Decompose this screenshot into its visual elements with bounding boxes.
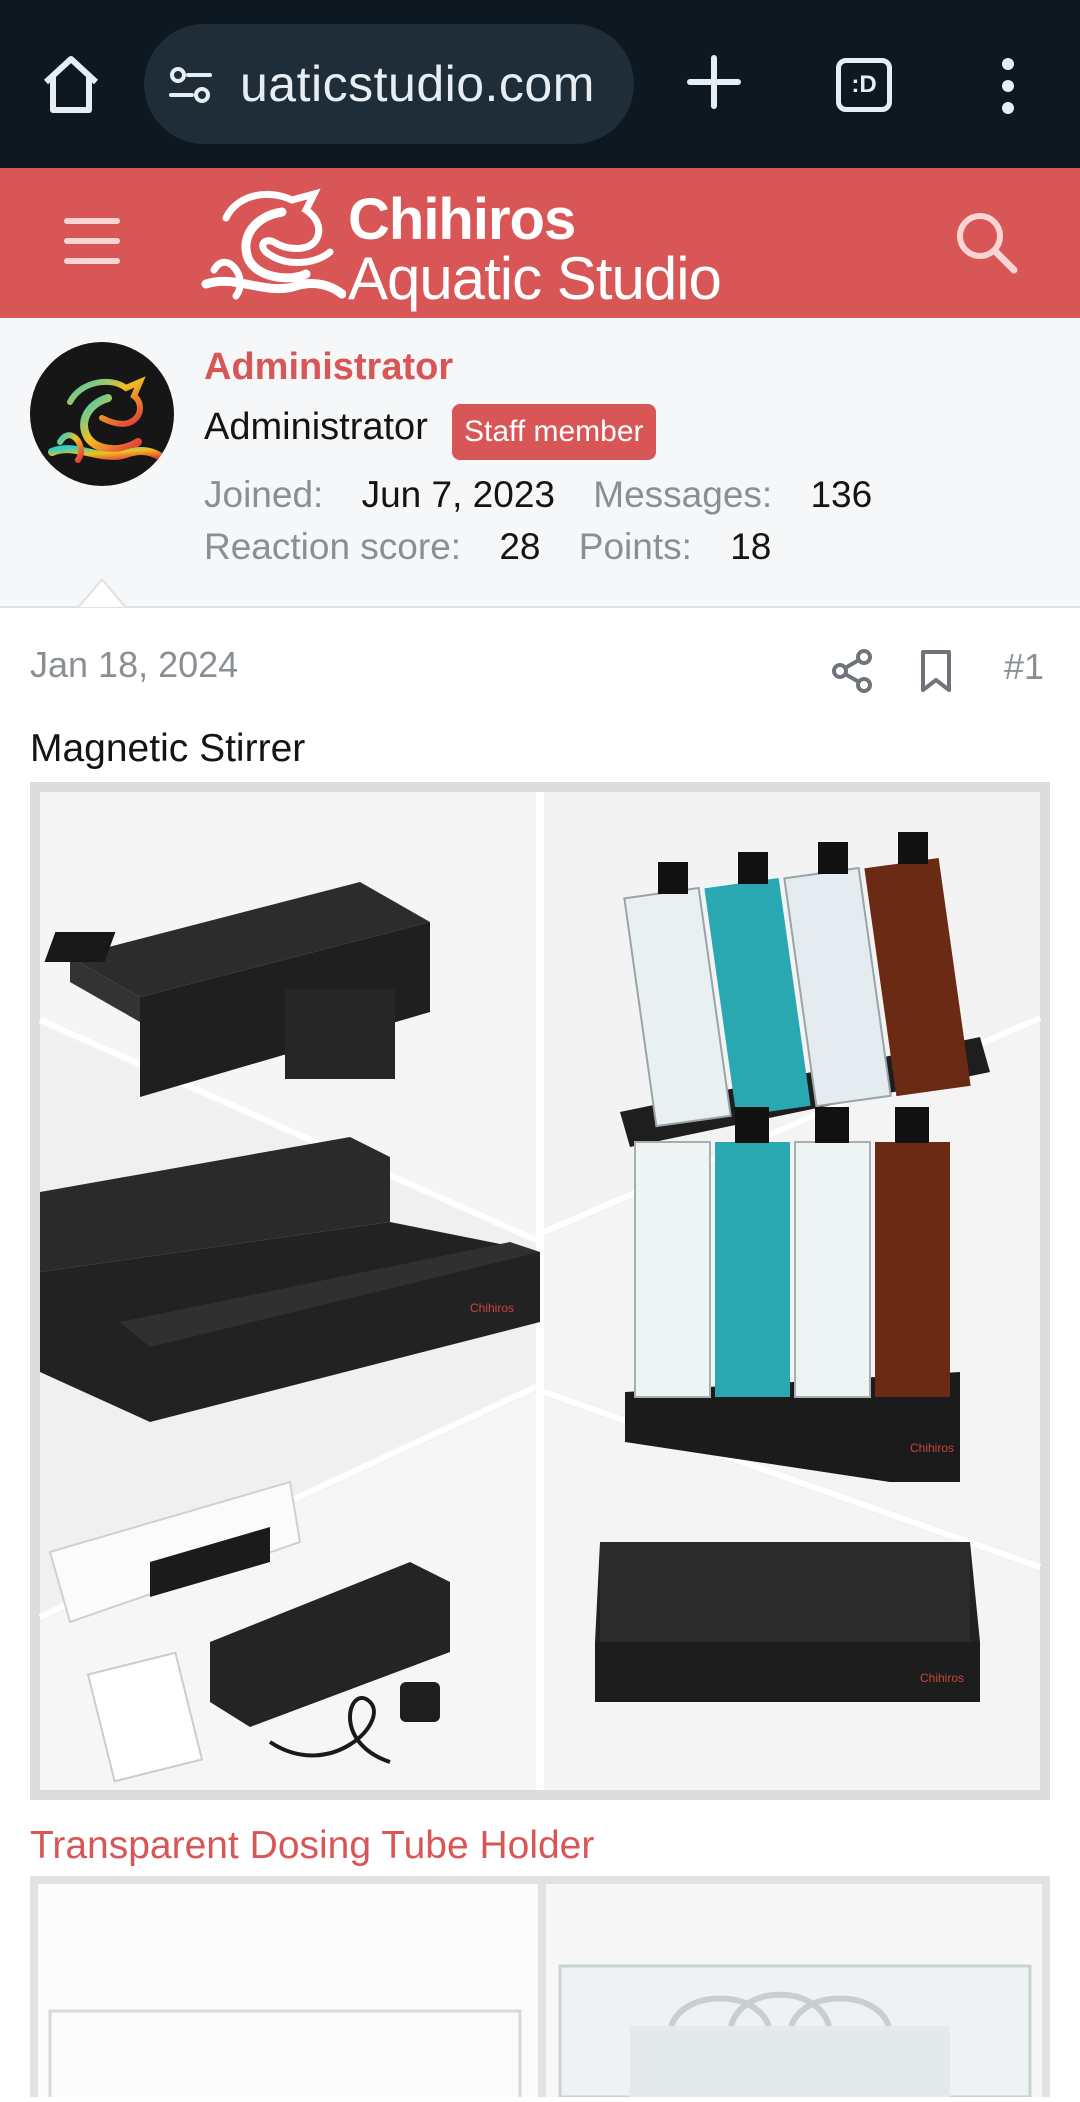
reaction-value: 28 xyxy=(499,526,541,567)
site-logo[interactable]: Chihiros Aquatic Studio xyxy=(196,178,756,312)
avatar[interactable] xyxy=(30,342,174,486)
bookmark-icon[interactable] xyxy=(918,648,954,694)
dosing-tube-holder-image[interactable] xyxy=(30,1876,1050,2102)
joined-value: Jun 7, 2023 xyxy=(361,474,555,515)
svg-text:Chihiros: Chihiros xyxy=(470,1301,514,1315)
post-date[interactable]: Jan 18, 2024 xyxy=(30,644,238,686)
messages-label: Messages: xyxy=(593,474,773,515)
tab-count-label: :D xyxy=(851,71,877,98)
svg-text:Chihiros: Chihiros xyxy=(920,1671,964,1685)
post-heading: Magnetic Stirrer xyxy=(30,727,306,770)
joined-label: Joined: xyxy=(204,474,324,515)
author-stats-row-2: Reaction score: 28 Points: 18 xyxy=(204,526,771,568)
more-vert-icon[interactable] xyxy=(994,56,1022,116)
dosing-tube-holder-link[interactable]: Transparent Dosing Tube Holder xyxy=(30,1824,594,1868)
home-icon[interactable] xyxy=(36,50,106,120)
author-stats-row-1: Joined: Jun 7, 2023 Messages: 136 xyxy=(204,474,872,516)
search-icon[interactable] xyxy=(952,208,1022,278)
plus-icon[interactable] xyxy=(686,54,742,110)
reaction-label: Reaction score: xyxy=(204,526,462,567)
dragon-logo xyxy=(196,178,347,308)
points-value: 18 xyxy=(730,526,772,567)
username-link[interactable]: Administrator xyxy=(204,346,453,389)
hamburger-icon[interactable] xyxy=(64,216,120,266)
brand-subtitle: Aquatic Studio xyxy=(348,245,722,312)
site-info-icon[interactable] xyxy=(166,60,216,110)
address-bar[interactable]: uaticstudio.com xyxy=(144,24,634,144)
post-number-link[interactable]: #1 xyxy=(1004,646,1044,688)
url-text[interactable]: uaticstudio.com xyxy=(240,24,595,144)
magnetic-stirrer-image[interactable]: Chihiros Chihiros Chihiros xyxy=(30,782,1050,1800)
staff-badge: Staff member xyxy=(452,404,656,460)
points-label: Points: xyxy=(578,526,692,567)
svg-text:Chihiros: Chihiros xyxy=(910,1441,954,1455)
site-header: Chihiros Aquatic Studio xyxy=(0,168,1080,318)
tabs-icon[interactable]: :D xyxy=(836,58,892,112)
author-pointer-fill xyxy=(80,581,124,607)
brand-name: Chihiros xyxy=(348,187,576,252)
browser-toolbar: uaticstudio.com :D xyxy=(0,0,1080,168)
share-icon[interactable] xyxy=(830,648,876,694)
user-title: Administrator xyxy=(204,406,428,448)
messages-value: 136 xyxy=(810,474,873,515)
